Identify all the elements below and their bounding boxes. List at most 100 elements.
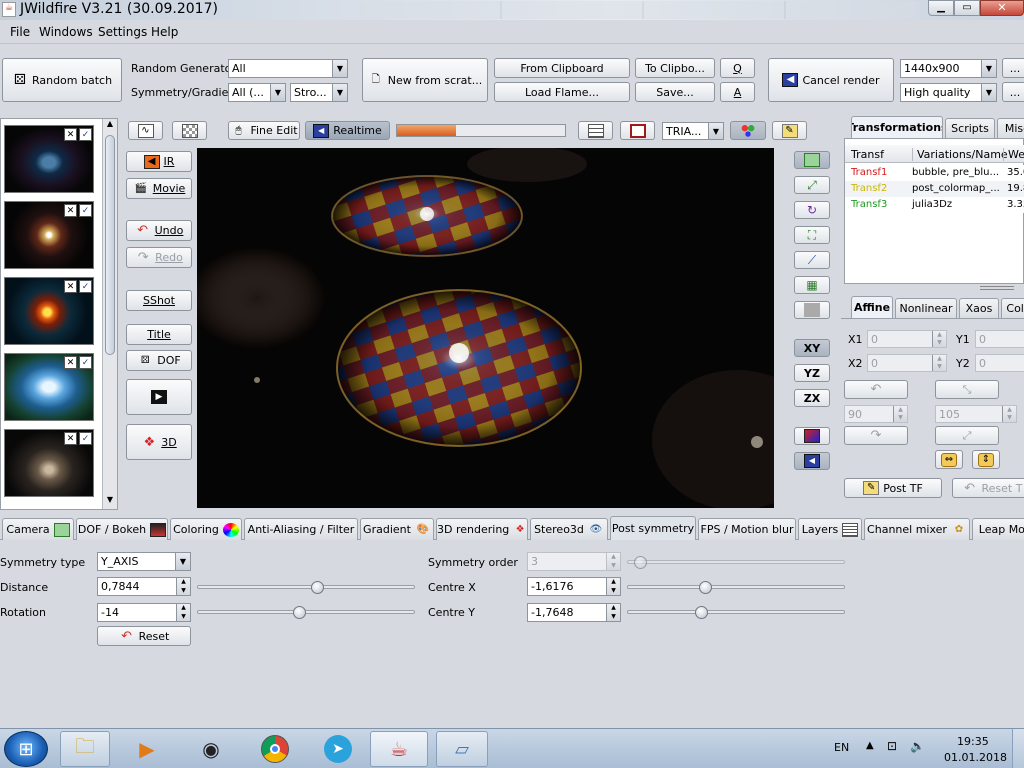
movie-button[interactable]: 🎬 Movie	[126, 178, 192, 199]
rotate-right-button[interactable]: ↷	[844, 426, 908, 445]
yz-button[interactable]: YZ	[794, 364, 830, 382]
y2-input[interactable]: 0	[975, 354, 1024, 372]
thumbnail-4[interactable]: ✕ ✓	[4, 353, 94, 421]
tab-colo[interactable]: Colo	[1001, 298, 1024, 318]
sshot-button[interactable]: SShot	[126, 290, 192, 311]
symmetry-order-input[interactable]: 3 ▲ ▼	[527, 552, 621, 571]
centre-y-input[interactable]: -1,7648 ▲ ▼	[527, 603, 621, 622]
redo-button[interactable]: ↷ Redo	[126, 247, 192, 268]
java-taskbar-icon[interactable]: ☕	[370, 731, 428, 767]
x2-input[interactable]: 0 ▲ ▼	[867, 354, 947, 372]
panda-taskbar-icon[interactable]: ◉	[186, 731, 236, 767]
zx-button[interactable]: ZX	[794, 389, 830, 407]
view-toggle-5[interactable]: ⟋	[794, 251, 830, 269]
tab-coloring[interactable]: Coloring	[170, 518, 242, 540]
frame-toggle-button[interactable]	[620, 121, 655, 140]
tab-channel-mixer[interactable]: Channel mixer ✿	[864, 518, 970, 540]
quality-select[interactable]: High quality ▼	[900, 83, 997, 102]
title-button[interactable]: Title	[126, 324, 192, 345]
edit-note-button[interactable]: ✎	[772, 121, 807, 140]
q-button[interactable]: Q	[720, 58, 755, 78]
resolution-select[interactable]: 1440x900 ▼	[900, 59, 997, 78]
maximize-button[interactable]: ▭	[954, 0, 980, 16]
distance-slider[interactable]	[197, 585, 415, 589]
reset-button[interactable]: ↶ Reset	[97, 626, 191, 646]
curve-icon-button[interactable]: ∿	[128, 121, 163, 140]
three-d-button[interactable]: ❖ 3D	[126, 424, 192, 460]
transparency-button[interactable]	[172, 121, 207, 140]
view-toggle-3[interactable]: ↻	[794, 201, 830, 219]
move-horizontal-button[interactable]: ⇔	[935, 450, 963, 469]
thumbnail-checkbox[interactable]: ✓	[79, 356, 92, 369]
close-button[interactable]: ✕	[980, 0, 1024, 16]
load-flame-button[interactable]: Load Flame...	[494, 82, 630, 102]
a-button[interactable]: A	[720, 82, 755, 102]
symmetry-select[interactable]: All (... ▼	[228, 83, 286, 102]
view-toggle-8[interactable]	[794, 427, 830, 445]
rotate-amount-input[interactable]: 90 ▲ ▼	[844, 405, 908, 423]
tab-misc[interactable]: Misc	[997, 118, 1024, 138]
view-toggle-6[interactable]: ▦	[794, 276, 830, 294]
rotation-input[interactable]: -14 ▲ ▼	[97, 603, 191, 622]
thumbnail-delete-icon[interactable]: ✕	[64, 280, 77, 293]
thumbnail-3[interactable]: ✕ ✓	[4, 277, 94, 345]
thumbnail-checkbox[interactable]: ✓	[79, 280, 92, 293]
scroll-up-arrow[interactable]: ▲	[103, 119, 117, 133]
view-toggle-9[interactable]: ◀	[794, 452, 830, 470]
scale-down-button[interactable]: ⤡	[935, 380, 999, 399]
view-toggle-7[interactable]	[794, 301, 830, 319]
distance-spinner[interactable]: ▲ ▼	[176, 578, 190, 595]
media-taskbar-icon[interactable]: ▶	[122, 731, 172, 767]
undo-button[interactable]: ↶ Undo	[126, 220, 192, 241]
start-button[interactable]: ⊞	[4, 731, 48, 767]
centre-x-spinner[interactable]: ▲ ▼	[606, 578, 620, 595]
tab-gradient[interactable]: Gradient 🎨	[360, 518, 434, 540]
distance-input[interactable]: 0,7844 ▲ ▼	[97, 577, 191, 596]
save-button[interactable]: Save...	[635, 82, 715, 102]
transform-row[interactable]: Transf3 julia3Dz 3.35	[845, 197, 1024, 213]
thumbnail-delete-icon[interactable]: ✕	[64, 204, 77, 217]
transform-row[interactable]: Transf1 bubble, pre_blu... 35.0	[845, 165, 1024, 181]
thumbnail-2[interactable]: ✕ ✓	[4, 201, 94, 269]
telegram-taskbar-icon[interactable]: ➤	[324, 735, 352, 763]
explorer-taskbar-icon[interactable]: 🗀	[60, 731, 110, 767]
x2-spinner[interactable]: ▲ ▼	[932, 355, 946, 371]
x1-spinner[interactable]: ▲ ▼	[932, 331, 946, 347]
random-generator-select[interactable]: All ▼	[228, 59, 348, 78]
palette-button[interactable]	[730, 121, 766, 140]
from-clipboard-button[interactable]: From Clipboard	[494, 58, 630, 78]
to-clipboard-button[interactable]: To Clipbo...	[635, 58, 715, 78]
scrollbar-thumb[interactable]	[105, 135, 115, 355]
thumbnail-checkbox[interactable]: ✓	[79, 128, 92, 141]
tab-xaos[interactable]: Xaos	[959, 298, 999, 318]
view-toggle-1[interactable]	[794, 151, 830, 169]
thumbnail-5[interactable]: ✕ ✓	[4, 429, 94, 497]
cancel-render-button[interactable]: ◀ Cancel render	[768, 58, 894, 102]
triangle-mode-select[interactable]: TRIA... ▼	[662, 122, 724, 140]
reset-tf-button[interactable]: ↶ Reset T	[952, 478, 1024, 498]
symmetry-order-slider-knob[interactable]	[634, 556, 648, 569]
clock-time[interactable]: 19:35	[957, 735, 989, 748]
thumbnail-delete-icon[interactable]: ✕	[64, 432, 77, 445]
tab-post-symmetry[interactable]: Post symmetry	[610, 516, 696, 540]
move-vertical-button[interactable]: ⇕	[972, 450, 1000, 469]
tab-stereo3d[interactable]: Stereo3d 👁	[530, 518, 608, 540]
thumbnail-scrollbar[interactable]: ▲ ▼	[102, 119, 117, 509]
scroll-down-arrow[interactable]: ▼	[103, 495, 117, 509]
scale-amount-input[interactable]: 105 ▲ ▼	[935, 405, 1017, 423]
rotation-spinner[interactable]: ▲ ▼	[176, 604, 190, 621]
thumbnail-checkbox[interactable]: ✓	[79, 432, 92, 445]
menu-settings[interactable]: Settings	[98, 25, 147, 39]
thumbnail-1[interactable]: ✕ ✓	[4, 125, 94, 193]
realtime-button[interactable]: ◀ Realtime	[305, 121, 390, 140]
gradient-select[interactable]: Stro... ▼	[290, 83, 348, 102]
tab-3d-rendering[interactable]: 3D rendering ❖	[436, 518, 528, 540]
scale-amount-spinner[interactable]: ▲ ▼	[1002, 406, 1016, 422]
show-desktop-button[interactable]	[1012, 729, 1024, 768]
language-indicator[interactable]: EN	[834, 741, 849, 754]
centre-y-slider[interactable]	[627, 610, 845, 614]
symmetry-type-select[interactable]: Y_AXIS ▼	[97, 552, 191, 571]
transform-row[interactable]: Transf2 post_colormap_... 19.8	[845, 181, 1024, 197]
y1-input[interactable]: 0	[975, 330, 1024, 348]
minimize-button[interactable]: ▁	[928, 0, 954, 16]
